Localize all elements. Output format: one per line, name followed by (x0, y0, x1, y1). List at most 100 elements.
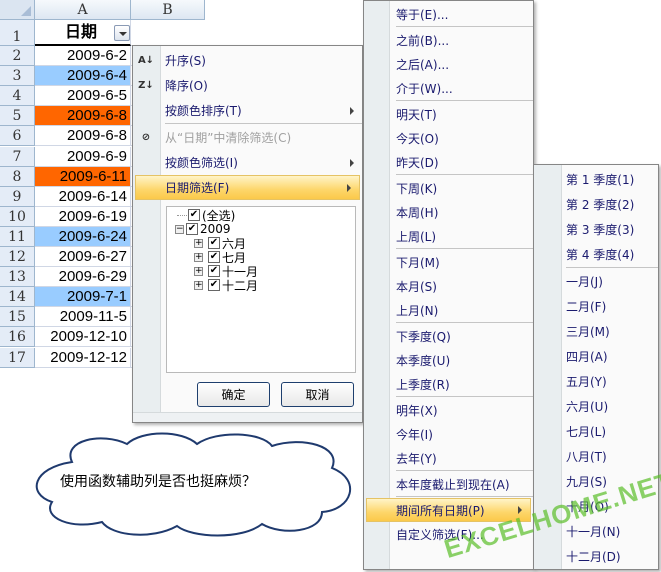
menu-item[interactable]: 上周(L) (364, 224, 533, 248)
row-header[interactable]: 6 (0, 126, 35, 147)
row-header[interactable]: 3 (0, 66, 35, 87)
row-header[interactable]: 4 (0, 86, 35, 107)
date-cell[interactable]: 2009-12-10 (35, 327, 131, 348)
row-header[interactable]: 14 (0, 287, 35, 308)
row-header[interactable]: 11 (0, 226, 35, 247)
menu-item[interactable]: 九月(S) (534, 469, 658, 494)
expand-icon[interactable]: + (194, 252, 203, 262)
menu-item[interactable]: 明天(T) (364, 102, 533, 126)
menu-item[interactable]: 按颜色排序(T) (133, 98, 362, 123)
date-cell[interactable]: 2009-6-9 (35, 146, 131, 167)
date-cell[interactable]: 2009-6-11 (35, 166, 131, 187)
menu-item[interactable]: 等于(E)... (364, 2, 533, 26)
menu-item[interactable]: Z↓ 降序(O) (133, 73, 362, 98)
filter-value-tree[interactable]: ✔ (全选) − ✔ 2009 + ✔ 六月 + ✔ 七月 + ✔ 十一月 + ✔ 十二月 (166, 206, 356, 373)
menu-item[interactable]: 七月(L) (534, 419, 658, 444)
menu-item[interactable]: 按颜色筛选(I) (133, 150, 362, 175)
menu-item[interactable]: 十二月(D) (534, 544, 658, 569)
row-header[interactable]: 13 (0, 267, 35, 288)
menu-item[interactable]: 之前(B)... (364, 28, 533, 52)
expand-icon[interactable]: + (194, 238, 203, 248)
checkbox-checked-icon[interactable]: ✔ (186, 223, 198, 235)
menu-item[interactable]: 介于(W)... (364, 76, 533, 100)
row-header[interactable]: 2 (0, 46, 35, 67)
date-cell[interactable]: 2009-6-2 (35, 46, 131, 67)
date-cell[interactable]: 2009-6-24 (35, 226, 131, 247)
collapse-icon[interactable]: − (175, 224, 184, 234)
menu-item[interactable]: 本月(S) (364, 274, 533, 298)
menu-item[interactable]: 下季度(Q) (364, 324, 533, 348)
date-cell[interactable]: 2009-6-4 (35, 66, 131, 87)
date-cell[interactable]: 2009-6-8 (35, 106, 131, 127)
cancel-button[interactable]: 取消 (281, 382, 354, 407)
menu-item[interactable]: 第 2 季度(2) (534, 192, 658, 217)
menu-item[interactable]: 日期筛选(F) (135, 175, 360, 200)
menu-item[interactable]: A↓ 升序(S) (133, 48, 362, 73)
menu-item[interactable]: 一月(J) (534, 269, 658, 294)
menu-item[interactable]: 去年(Y) (364, 446, 533, 470)
ok-button[interactable]: 确定 (197, 382, 270, 407)
menu-item[interactable]: 今年(I) (364, 422, 533, 446)
menu-item[interactable]: 本年度截止到现在(A) (364, 472, 533, 496)
checkbox-checked-icon[interactable]: ✔ (208, 251, 220, 263)
resize-grip[interactable] (133, 412, 362, 422)
menu-item[interactable]: 第 3 季度(3) (534, 217, 658, 242)
date-cell[interactable]: 2009-6-29 (35, 267, 131, 288)
menu-item[interactable]: 四月(A) (534, 344, 658, 369)
date-cell[interactable]: 2009-6-19 (35, 206, 131, 227)
menu-item[interactable]: 下周(K) (364, 176, 533, 200)
menu-item[interactable]: 下月(M) (364, 250, 533, 274)
menu-item[interactable]: 十一月(N) (534, 519, 658, 544)
expand-icon[interactable]: + (194, 280, 203, 290)
row-header[interactable]: 7 (0, 146, 35, 167)
row-header[interactable]: 9 (0, 186, 35, 207)
row-header[interactable]: 1 (0, 20, 35, 46)
menu-item[interactable]: 之后(A)... (364, 52, 533, 76)
date-cell[interactable]: 2009-6-8 (35, 126, 131, 147)
row-header[interactable]: 8 (0, 166, 35, 187)
row-header[interactable]: 17 (0, 347, 35, 368)
menu-item[interactable]: 昨天(D) (364, 150, 533, 174)
tree-month-node[interactable]: + ✔ 十二月 (194, 278, 258, 293)
menu-item[interactable]: 八月(T) (534, 444, 658, 469)
select-all-corner[interactable] (0, 0, 35, 20)
menu-item[interactable]: ⊘ 从“日期”中清除筛选(C) (133, 125, 362, 150)
row-header[interactable]: 15 (0, 307, 35, 328)
column-header-a[interactable]: A (35, 0, 131, 20)
checkbox-checked-icon[interactable]: ✔ (208, 279, 220, 291)
checkbox-checked-icon[interactable]: ✔ (208, 237, 220, 249)
menu-item[interactable]: 期间所有日期(P) (366, 498, 531, 522)
row-header[interactable]: 16 (0, 327, 35, 348)
row-header[interactable]: 10 (0, 206, 35, 227)
expand-icon[interactable]: + (194, 266, 203, 276)
empty-cell[interactable] (131, 20, 205, 46)
menu-item[interactable]: 十月(O) (534, 494, 658, 519)
menu-item[interactable]: 上月(N) (364, 298, 533, 322)
checkbox-checked-icon[interactable]: ✔ (188, 209, 200, 221)
date-cell[interactable]: 2009-6-27 (35, 247, 131, 268)
date-cell[interactable]: 2009-11-5 (35, 307, 131, 328)
menu-item[interactable]: 自定义筛选(F)... (364, 522, 533, 546)
date-cell[interactable]: 2009-6-5 (35, 86, 131, 107)
menu-item[interactable]: 今天(O) (364, 126, 533, 150)
row-header[interactable]: 12 (0, 247, 35, 268)
menu-item[interactable]: 本季度(U) (364, 348, 533, 372)
filter-dropdown-button[interactable] (114, 25, 130, 41)
menu-item[interactable]: 二月(F) (534, 294, 658, 319)
menu-item[interactable]: 本周(H) (364, 200, 533, 224)
date-cell[interactable]: 2009-6-14 (35, 186, 131, 207)
menu-item[interactable]: 明年(X) (364, 398, 533, 422)
menu-item[interactable]: 上季度(R) (364, 372, 533, 396)
row-header[interactable]: 5 (0, 106, 35, 127)
date-cell[interactable]: 2009-12-12 (35, 347, 131, 368)
menu-item[interactable]: 第 4 季度(4) (534, 242, 658, 267)
column-header-b[interactable]: B (131, 0, 205, 20)
menu-item[interactable]: 六月(U) (534, 394, 658, 419)
menu-item[interactable]: 第 1 季度(1) (534, 167, 658, 192)
tree-select-all[interactable]: ✔ (全选) (177, 208, 235, 223)
menu-item[interactable]: 五月(Y) (534, 369, 658, 394)
menu-item[interactable]: 三月(M) (534, 319, 658, 344)
date-cell[interactable]: 2009-7-1 (35, 287, 131, 308)
submenu-arrow-icon (518, 506, 522, 514)
checkbox-checked-icon[interactable]: ✔ (208, 265, 220, 277)
